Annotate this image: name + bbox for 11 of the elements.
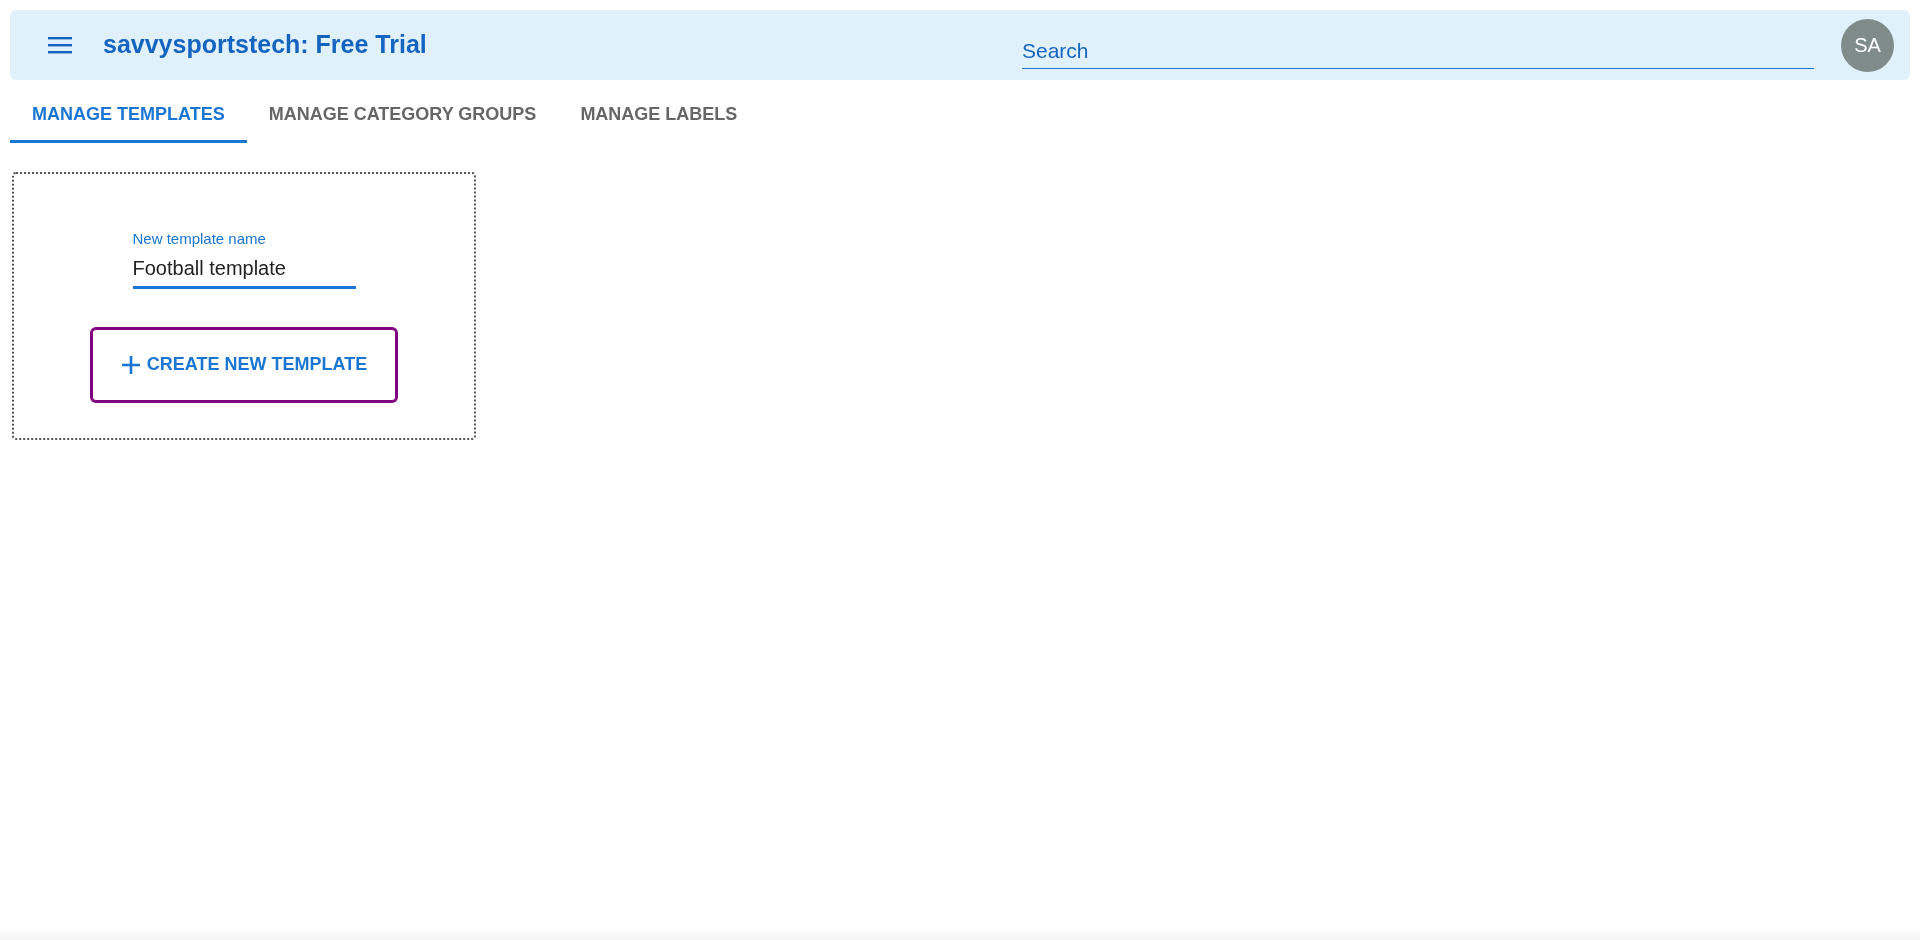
- field-label: New template name: [132, 229, 267, 249]
- app-title: savvysportstech: Free Trial: [103, 29, 427, 61]
- tab[interactable]: MANAGE TEMPLATES: [10, 88, 247, 143]
- create-template-button[interactable]: CREATE NEW TEMPLATE: [90, 326, 398, 403]
- user-avatar[interactable]: SA: [1841, 18, 1894, 72]
- tab[interactable]: MANAGE LABELS: [558, 88, 760, 143]
- plus-icon: [120, 354, 141, 375]
- search-field[interactable]: Search: [1022, 33, 1814, 69]
- template-name-field[interactable]: Football template: [132, 252, 356, 289]
- menu-icon[interactable]: [46, 34, 74, 56]
- tab[interactable]: MANAGE CATEGORY GROUPS: [246, 88, 559, 143]
